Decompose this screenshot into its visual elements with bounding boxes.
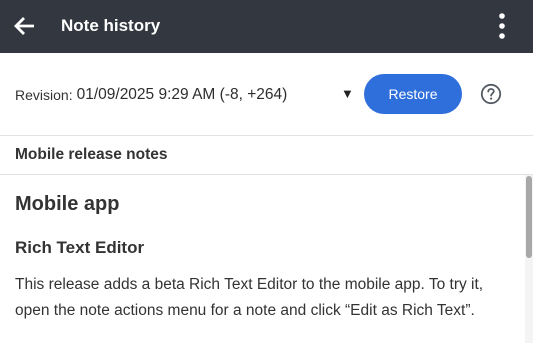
revision-label: Revision: xyxy=(15,87,73,103)
note-title: Mobile release notes xyxy=(15,146,168,163)
note-paragraph: This release adds a beta Rich Text Edito… xyxy=(15,272,510,324)
vertical-scrollbar[interactable] xyxy=(525,175,533,343)
revision-selected-value: 01/09/2025 9:29 AM (-8, +264) xyxy=(76,86,288,103)
restore-button[interactable]: Restore xyxy=(364,74,462,114)
page-title: Note history xyxy=(61,16,161,35)
more-vertical-icon xyxy=(499,13,505,39)
paragraph-line: This release adds a beta Rich Text Edito… xyxy=(15,276,484,293)
note-history-screen: Note history Revision: 01/09/2025 9:29 A… xyxy=(0,0,533,343)
top-app-bar: Note history xyxy=(0,0,533,53)
revision-dropdown[interactable]: Revision: 01/09/2025 9:29 AM (-8, +264) … xyxy=(15,84,355,106)
back-button[interactable] xyxy=(12,13,38,39)
heading-2: Rich Text Editor xyxy=(15,238,145,257)
arrow-left-icon xyxy=(14,17,34,35)
scrollbar-thumb[interactable] xyxy=(526,176,532,258)
chevron-down-icon: ▼ xyxy=(341,86,354,101)
note-content: Mobile app Rich Text Editor This release… xyxy=(0,175,533,343)
paragraph-line: open the note actions menu for a note an… xyxy=(15,302,475,319)
more-options-button[interactable] xyxy=(492,10,512,42)
heading-1: Mobile app xyxy=(15,193,120,215)
revision-toolbar: Revision: 01/09/2025 9:29 AM (-8, +264) … xyxy=(0,53,533,136)
help-circle-icon[interactable] xyxy=(480,83,502,105)
note-title-bar: Mobile release notes xyxy=(0,136,533,175)
